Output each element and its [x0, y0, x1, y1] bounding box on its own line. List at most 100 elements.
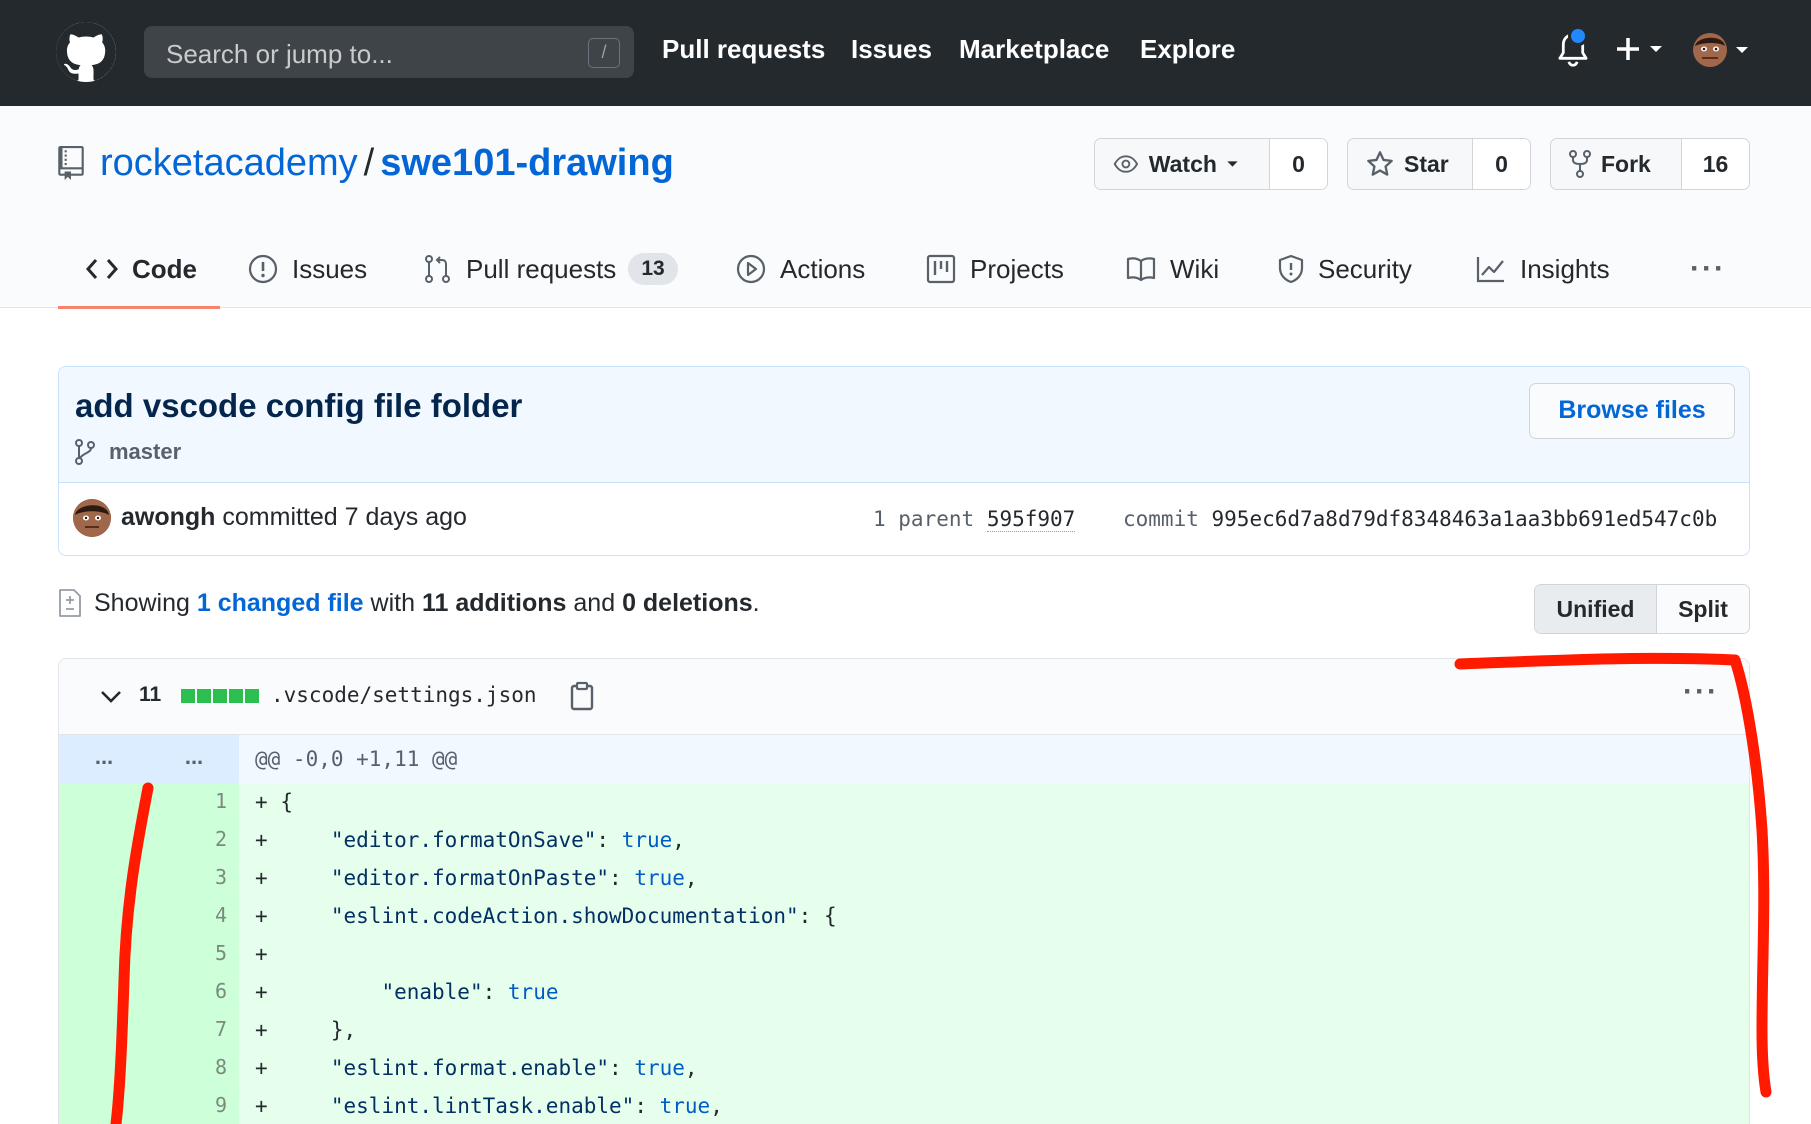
commit-summary: add vscode config file folder master Bro… — [58, 366, 1750, 556]
new-line-number[interactable]: 6 — [149, 973, 239, 1011]
code-mid: : — [482, 980, 508, 1004]
new-line-number[interactable]: 7 — [149, 1011, 239, 1049]
star-button[interactable]: Star — [1348, 139, 1472, 189]
tab-pull-requests[interactable]: Pull requests 13 — [424, 230, 678, 308]
unified-view-button[interactable]: Unified — [1535, 585, 1657, 633]
repository-header: rocketacademy / swe101-drawing Watch 0 Sta… — [0, 106, 1811, 309]
new-line-number[interactable]: 2 — [149, 821, 239, 859]
diff-line: 9 + "eslint.lintTask.enable": true, — [59, 1087, 1749, 1124]
diff-line: 7 + }, — [59, 1011, 1749, 1049]
eye-icon — [1113, 155, 1139, 173]
repo-icon — [58, 146, 84, 185]
tab-code[interactable]: Code — [86, 230, 197, 308]
old-line-number[interactable] — [59, 897, 149, 935]
fork-button[interactable]: Fork — [1551, 139, 1681, 189]
code-key: "editor.formatOnPaste" — [330, 866, 610, 890]
author-name-link[interactable]: awongh — [121, 503, 215, 531]
commit-title: add vscode config file folder — [75, 387, 523, 424]
old-line-number[interactable] — [59, 783, 149, 821]
tab-code-label: Code — [132, 253, 197, 284]
create-new-menu[interactable] — [1614, 30, 1670, 70]
code-plus: + — [255, 980, 268, 1004]
new-line-number[interactable]: 5 — [149, 935, 239, 973]
tab-wiki[interactable]: Wiki — [1126, 230, 1219, 308]
star-label: Star — [1404, 150, 1449, 177]
parent-sha-link[interactable]: 595f907 — [986, 507, 1076, 532]
old-line-number[interactable] — [59, 935, 149, 973]
code-tail: , — [710, 1094, 723, 1118]
diffstat-block — [181, 689, 195, 703]
tab-issues[interactable]: Issues — [248, 230, 367, 308]
old-line-number[interactable] — [59, 1049, 149, 1087]
line-code: + — [255, 935, 268, 973]
watch-button[interactable]: Watch — [1095, 139, 1269, 189]
user-avatar-menu[interactable] — [1692, 30, 1752, 70]
old-line-number[interactable] — [59, 821, 149, 859]
new-line-number[interactable]: 8 — [149, 1049, 239, 1087]
copy-clipboard-icon[interactable] — [569, 681, 595, 716]
search-input[interactable]: Search or jump to... / — [144, 26, 634, 78]
diff-line: 4 + "eslint.codeAction.showDocumentation"… — [59, 897, 1749, 935]
code-mid: : { — [798, 904, 837, 928]
nav-issues[interactable]: Issues — [851, 34, 932, 65]
expand-new-lines[interactable]: ... — [149, 735, 239, 783]
pull-request-icon — [425, 255, 450, 283]
tab-projects[interactable]: Projects — [926, 230, 1064, 308]
diff-line: 8 + "eslint.format.enable": true, — [59, 1049, 1749, 1087]
nav-explore[interactable]: Explore — [1140, 34, 1235, 65]
repo-separator: / — [363, 142, 375, 184]
expand-old-lines[interactable]: ... — [59, 735, 149, 783]
split-view-button[interactable]: Split — [1657, 585, 1749, 633]
code-bool: true — [634, 1056, 685, 1080]
file-options-menu[interactable]: ··· — [1683, 675, 1719, 709]
project-icon — [926, 254, 956, 284]
changed-files-link[interactable]: 1 changed file — [197, 589, 364, 618]
caret-down-icon — [1227, 161, 1238, 167]
code-key: "eslint.codeAction.showDocumentation" — [330, 904, 799, 928]
diff-line: 3 + "editor.formatOnPaste": true, — [59, 859, 1749, 897]
line-code: + { — [255, 783, 293, 821]
old-line-number[interactable] — [59, 859, 149, 897]
fork-count[interactable]: 16 — [1681, 139, 1749, 189]
github-logo-icon[interactable] — [56, 22, 116, 82]
shield-icon — [1278, 254, 1304, 284]
browse-files-button[interactable]: Browse files — [1529, 383, 1735, 439]
author-avatar[interactable] — [73, 499, 111, 537]
tab-security[interactable]: Security — [1278, 230, 1412, 308]
code-plus: + — [255, 1094, 268, 1118]
repo-name-link[interactable]: swe101-drawing — [380, 142, 674, 184]
tab-insights[interactable]: Insights — [1476, 230, 1610, 308]
old-line-number[interactable] — [59, 1087, 149, 1124]
watch-count[interactable]: 0 — [1269, 139, 1327, 189]
new-line-number[interactable]: 1 — [149, 783, 239, 821]
file-change-count: 11 — [139, 683, 162, 706]
watch-label: Watch — [1148, 150, 1217, 177]
code-plus: + — [255, 904, 268, 928]
book-icon — [1126, 257, 1156, 282]
diffstat-block — [229, 689, 243, 703]
line-code: + "editor.formatOnSave": true, — [255, 821, 685, 859]
repo-owner-link[interactable]: rocketacademy — [100, 142, 358, 184]
diffstat-block — [213, 689, 227, 703]
hunk-header-row: ... ... @@ -0,0 +1,11 @@ — [59, 735, 1749, 783]
star-count[interactable]: 0 — [1472, 139, 1530, 189]
branch-name[interactable]: master — [109, 439, 181, 465]
with-text: with — [370, 588, 415, 617]
tab-security-label: Security — [1318, 253, 1412, 284]
nav-pull-requests[interactable]: Pull requests — [662, 34, 825, 65]
collapse-chevron-icon[interactable] — [99, 689, 123, 710]
fork-button-group: Fork 16 — [1550, 138, 1750, 190]
old-line-number[interactable] — [59, 973, 149, 1011]
graph-icon — [1476, 257, 1504, 283]
new-line-number[interactable]: 3 — [149, 859, 239, 897]
file-name-link[interactable]: .vscode/settings.json — [271, 683, 537, 707]
nav-marketplace[interactable]: Marketplace — [959, 34, 1109, 65]
new-line-number[interactable]: 4 — [149, 897, 239, 935]
new-line-number[interactable]: 9 — [149, 1087, 239, 1124]
more-tabs-menu[interactable]: ··· — [1690, 252, 1726, 286]
old-line-number[interactable] — [59, 1011, 149, 1049]
tab-actions[interactable]: Actions — [736, 230, 865, 308]
